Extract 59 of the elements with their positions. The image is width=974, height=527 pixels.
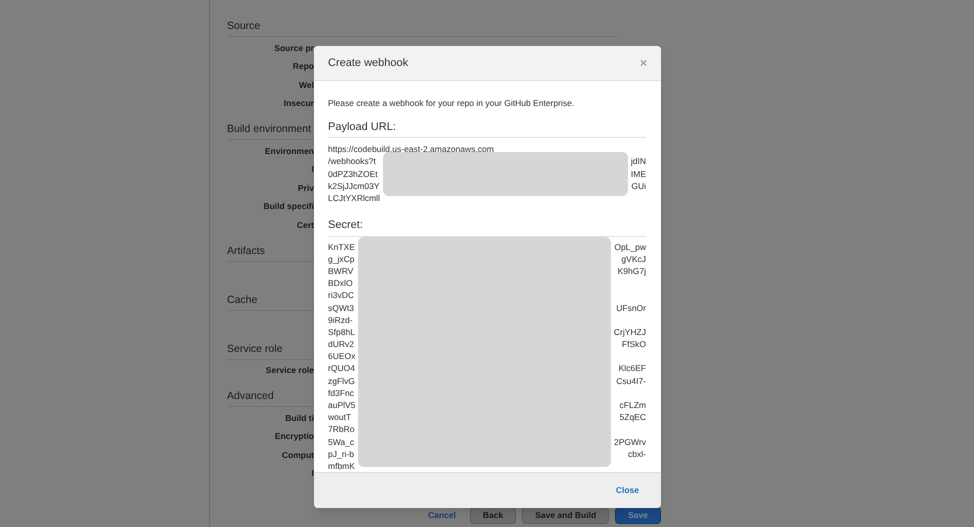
field-label: Wel [299, 78, 314, 92]
field-label: Source pr [274, 42, 314, 55]
text-line: KnTXE [328, 240, 356, 253]
field-label: Repo [292, 60, 314, 74]
text-line: gVKcJ [621, 252, 646, 265]
text-line: /webhooks?t [328, 155, 377, 168]
text-line: 0dPZ3hZOEt [328, 168, 379, 180]
text-line: CrjYHZJ [614, 326, 646, 338]
field-label: Cert [296, 218, 314, 232]
text-line: Sfp8hL [328, 326, 356, 338]
cancel-link[interactable]: Cancel [420, 507, 464, 524]
text-line: cbxl- [628, 448, 646, 460]
text-line: ri3vDC [328, 289, 355, 302]
intro-text: Please create a webhook for your repo in your GitHub Enterprise. [328, 96, 576, 110]
field-label: Service role [266, 364, 314, 378]
field-label: Insecur [284, 97, 314, 110]
text-line: dURv2 [328, 338, 355, 350]
text-line: 5Wa_c [328, 436, 356, 448]
text-line: fd3Fnc [328, 386, 355, 399]
text-line: K9hG7j [618, 264, 646, 278]
text-line: 7RbRo [328, 423, 356, 436]
text-line: UFsnOr [616, 302, 646, 314]
text-line: LCJtYXRlcmll [328, 192, 380, 204]
field-label: I [312, 163, 314, 176]
text-line: cFLZm [620, 399, 646, 412]
dialog-title: Create webhook [328, 56, 408, 71]
field-label: Encryptio [274, 430, 314, 444]
text-line: woutT [328, 411, 352, 424]
text-line: jdIN [630, 155, 646, 168]
text-line: OpL_pw [614, 240, 646, 253]
text-line: 6UEOx [328, 350, 356, 362]
text-line: Klc6EF [618, 362, 646, 375]
field-label: Build ti [285, 412, 314, 425]
text-line: GUi [631, 180, 646, 192]
text-line: mfbmK [328, 460, 356, 472]
form-button[interactable]: Back [470, 507, 516, 524]
text-line: IME [630, 168, 646, 180]
text-line: 9iRzd- [328, 314, 354, 326]
section-heading: Payload URL: [328, 118, 646, 138]
form-button[interactable]: Save [615, 507, 661, 524]
text-line: BDxlO [328, 277, 354, 290]
field-label: Environmen [264, 144, 314, 158]
field-label: I [312, 467, 314, 480]
close-link[interactable]: Close [616, 484, 639, 497]
text-line: Csu4I7- [616, 374, 646, 387]
text-line: BWRV [328, 264, 354, 278]
text-line: k2SjJJcm03Y [328, 180, 380, 192]
field-label: Build specifi [263, 200, 314, 214]
field-label: Priv [298, 182, 314, 195]
text-line: FfSkO [622, 338, 646, 350]
field-label: Comput [282, 448, 314, 462]
text-line: https://codebuild.us-east-2.amazonaws.com [328, 143, 495, 156]
text-line: 2PGWrv [614, 436, 646, 448]
text-line: zgFlvG [328, 374, 356, 387]
form-button[interactable]: Save and Build [522, 507, 610, 524]
text-line: 5ZqEC [620, 411, 646, 424]
text-line: pJ_ri-b [328, 448, 355, 460]
text-line: rQUO4 [328, 362, 356, 375]
section-heading: Source [227, 18, 617, 37]
